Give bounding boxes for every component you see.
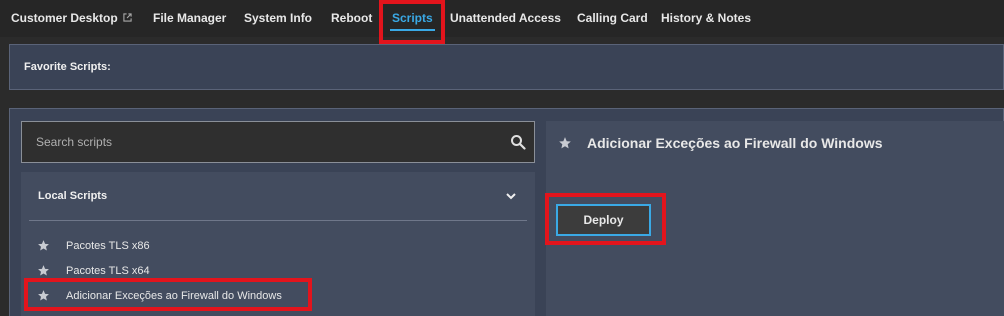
tab-file-manager[interactable]: File Manager (153, 0, 226, 37)
search-box (21, 121, 535, 163)
tab-label: History & Notes (661, 11, 752, 25)
script-item-label: Pacotes TLS x64 (66, 265, 150, 277)
divider (29, 220, 527, 221)
tab-label: Scripts (392, 11, 433, 25)
tab-scripts[interactable]: Scripts (390, 0, 435, 37)
tab-history-notes[interactable]: History & Notes (661, 0, 751, 37)
star-icon[interactable] (558, 136, 572, 150)
tab-label: Unattended Access (450, 11, 561, 25)
script-item-label: Pacotes TLS x86 (66, 240, 150, 252)
tab-label: Customer Desktop (11, 11, 118, 25)
star-icon[interactable] (37, 239, 50, 252)
tab-label: File Manager (153, 11, 227, 25)
favorite-scripts-label: Favorite Scripts: (24, 61, 111, 73)
local-scripts-title: Local Scripts (38, 190, 108, 202)
tab-label: Reboot (331, 11, 373, 25)
tab-label: System Info (244, 11, 313, 25)
script-item[interactable]: Pacotes TLS x86 (33, 235, 523, 257)
local-scripts-section: Local Scripts Pacotes TLS x86 Pacotes TL… (21, 172, 535, 316)
script-item-selected[interactable]: Adicionar Exceções ao Firewall do Window… (33, 285, 523, 307)
local-scripts-header[interactable]: Local Scripts (21, 172, 535, 220)
tab-calling-card[interactable]: Calling Card (577, 0, 648, 37)
star-icon[interactable] (37, 289, 50, 302)
star-icon[interactable] (37, 264, 50, 277)
tab-customer-desktop[interactable]: Customer Desktop (11, 0, 132, 37)
script-item[interactable]: Pacotes TLS x64 (33, 260, 523, 282)
favorite-scripts-bar: Favorite Scripts: (9, 44, 1004, 90)
search-input[interactable] (22, 122, 506, 162)
top-navigation: Customer Desktop File Manager System Inf… (0, 0, 1004, 37)
tab-unattended-access[interactable]: Unattended Access (450, 0, 561, 37)
deploy-button[interactable]: Deploy (556, 204, 651, 236)
tab-label: Calling Card (577, 11, 648, 25)
search-icon[interactable] (510, 134, 526, 150)
external-link-icon (123, 13, 132, 22)
tab-system-info[interactable]: System Info (244, 0, 312, 37)
script-detail-title: Adicionar Exceções ao Firewall do Window… (587, 135, 883, 151)
tab-reboot[interactable]: Reboot (331, 0, 372, 37)
script-item-label: Adicionar Exceções ao Firewall do Window… (66, 290, 282, 302)
chevron-down-icon[interactable] (505, 190, 517, 202)
